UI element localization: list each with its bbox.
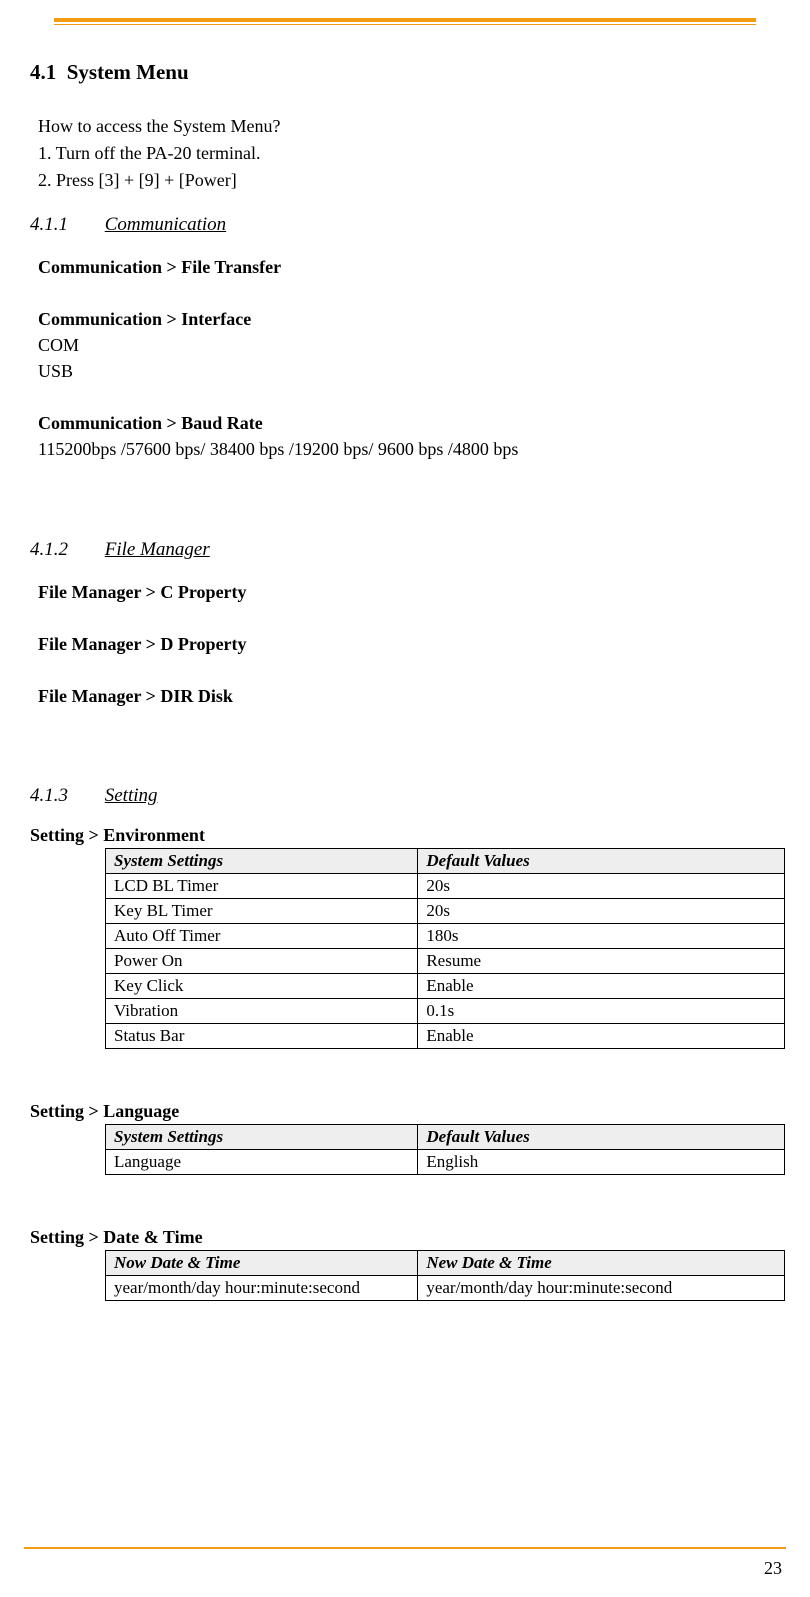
table-row: Key ClickEnable xyxy=(106,973,785,998)
fm-d-property: File Manager > D Property xyxy=(38,631,780,657)
comm-block: Communication > File Transfer Communicat… xyxy=(38,254,780,463)
table-row: year/month/day hour:minute:secondyear/mo… xyxy=(106,1275,785,1300)
cell-name: year/month/day hour:minute:second xyxy=(106,1275,418,1300)
fm-c-property: File Manager > C Property xyxy=(38,579,780,605)
subsection-412-heading: 4.1.2 File Manager xyxy=(30,539,780,561)
subsection-number: 4.1.3 xyxy=(30,785,100,807)
subsection-title: File Manager xyxy=(105,539,210,560)
cell-value: 20s xyxy=(418,873,785,898)
datetime-table: Now Date & Time New Date & Time year/mon… xyxy=(105,1250,785,1301)
cell-name: Status Bar xyxy=(106,1023,418,1048)
intro-block: How to access the System Menu? 1. Turn o… xyxy=(38,113,780,194)
cell-value: 20s xyxy=(418,898,785,923)
col-header-new-date-time: New Date & Time xyxy=(418,1250,785,1275)
cell-name: Power On xyxy=(106,948,418,973)
col-header-default-values: Default Values xyxy=(418,1124,785,1149)
cell-value: 0.1s xyxy=(418,998,785,1023)
cell-name: Vibration xyxy=(106,998,418,1023)
top-rule-icon xyxy=(30,18,780,28)
cell-name: Key Click xyxy=(106,973,418,998)
baud-heading: Communication > Baud Rate xyxy=(38,410,780,436)
bottom-rule-icon xyxy=(24,1547,786,1549)
col-header-default-values: Default Values xyxy=(418,848,785,873)
col-header-system-settings: System Settings xyxy=(106,848,418,873)
table-row: Vibration0.1s xyxy=(106,998,785,1023)
lang-table-label: Setting > Language xyxy=(30,1101,780,1122)
subsection-title: Communication xyxy=(105,214,226,235)
interface-option-com: COM xyxy=(38,332,780,358)
table-row: LanguageEnglish xyxy=(106,1149,785,1174)
interface-option-usb: USB xyxy=(38,358,780,384)
fm-dir-disk: File Manager > DIR Disk xyxy=(38,683,780,709)
cell-value: English xyxy=(418,1149,785,1174)
table-row: LCD BL Timer20s xyxy=(106,873,785,898)
table-header-row: Now Date & Time New Date & Time xyxy=(106,1250,785,1275)
intro-question: How to access the System Menu? xyxy=(38,113,780,140)
cell-value: Enable xyxy=(418,1023,785,1048)
baud-options: 115200bps /57600 bps/ 38400 bps /19200 b… xyxy=(38,436,780,462)
cell-name: LCD BL Timer xyxy=(106,873,418,898)
document-page: 4.1 System Menu How to access the System… xyxy=(0,18,810,1597)
table-row: Power OnResume xyxy=(106,948,785,973)
page-number: 23 xyxy=(764,1558,782,1579)
table-row: Key BL Timer20s xyxy=(106,898,785,923)
table-header-row: System Settings Default Values xyxy=(106,1124,785,1149)
subsection-411-heading: 4.1.1 Communication xyxy=(30,214,780,236)
file-manager-block: File Manager > C Property File Manager >… xyxy=(38,579,780,709)
env-table-label: Setting > Environment xyxy=(30,825,780,846)
cell-value: Enable xyxy=(418,973,785,998)
section-number: 4.1 xyxy=(30,60,56,84)
cell-name: Auto Off Timer xyxy=(106,923,418,948)
cell-value: year/month/day hour:minute:second xyxy=(418,1275,785,1300)
intro-step-1: 1. Turn off the PA-20 terminal. xyxy=(38,140,780,167)
table-header-row: System Settings Default Values xyxy=(106,848,785,873)
subsection-number: 4.1.2 xyxy=(30,539,100,561)
interface-heading: Communication > Interface xyxy=(38,306,780,332)
file-transfer-heading: Communication > File Transfer xyxy=(38,254,780,280)
lang-table: System Settings Default Values LanguageE… xyxy=(105,1124,785,1175)
cell-name: Key BL Timer xyxy=(106,898,418,923)
col-header-system-settings: System Settings xyxy=(106,1124,418,1149)
section-heading: 4.1 System Menu xyxy=(30,60,780,85)
section-title: System Menu xyxy=(67,60,189,84)
col-header-now-date-time: Now Date & Time xyxy=(106,1250,418,1275)
table-row: Auto Off Timer180s xyxy=(106,923,785,948)
table-row: Status BarEnable xyxy=(106,1023,785,1048)
subsection-title: Setting xyxy=(105,785,158,806)
cell-value: Resume xyxy=(418,948,785,973)
cell-name: Language xyxy=(106,1149,418,1174)
env-table: System Settings Default Values LCD BL Ti… xyxy=(105,848,785,1049)
subsection-413-heading: 4.1.3 Setting xyxy=(30,785,780,807)
subsection-number: 4.1.1 xyxy=(30,214,100,236)
cell-value: 180s xyxy=(418,923,785,948)
intro-step-2: 2. Press [3] + [9] + [Power] xyxy=(38,167,780,194)
datetime-table-label: Setting > Date & Time xyxy=(30,1227,780,1248)
